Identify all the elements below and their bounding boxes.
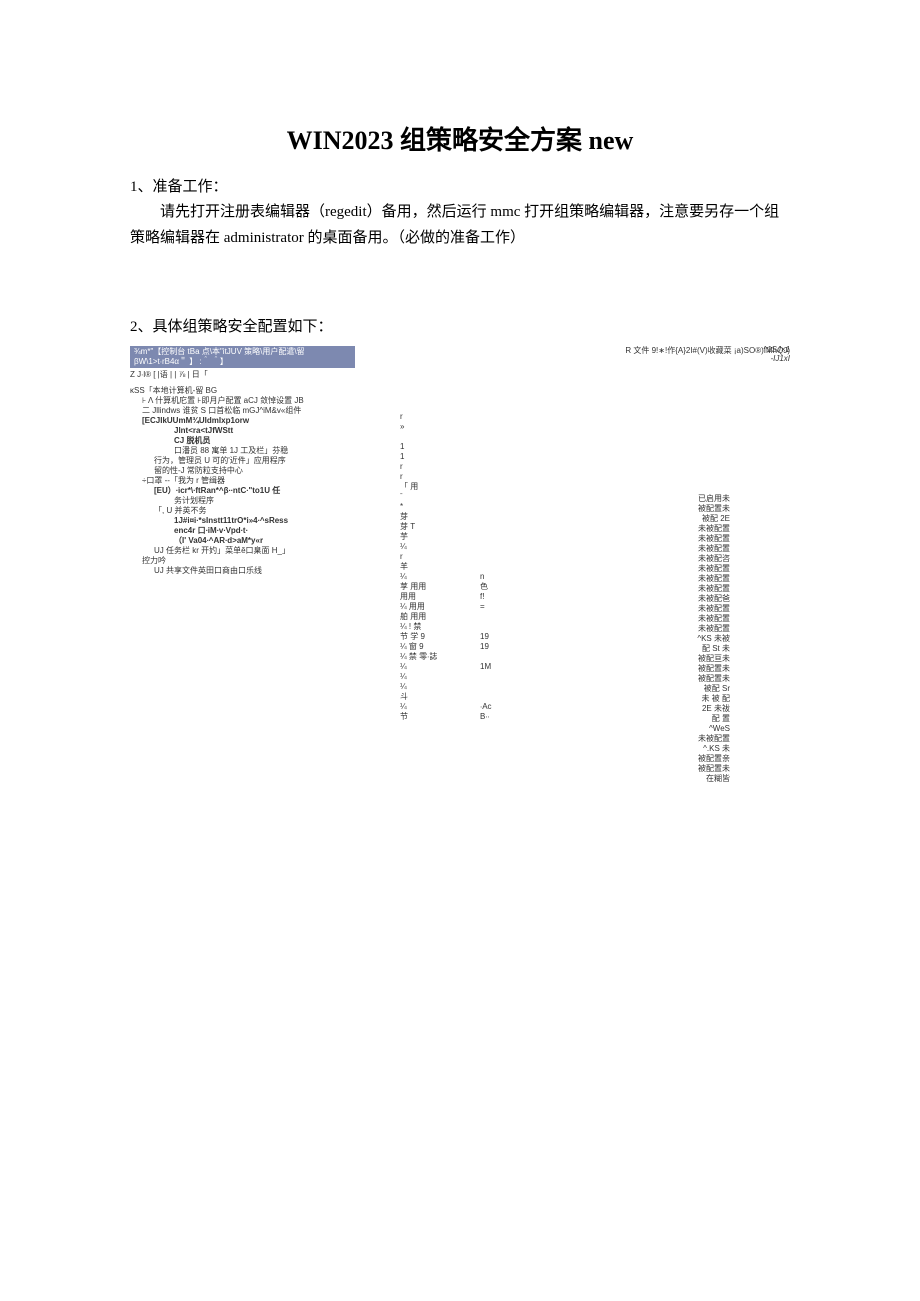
mid-row: » bbox=[400, 422, 610, 432]
topright-line-2: -IJ1xI bbox=[763, 355, 790, 364]
status-text: 被配置未 bbox=[610, 674, 730, 684]
mid-row: ¼ 用用= bbox=[400, 602, 610, 612]
mid-row: 羊 bbox=[400, 562, 610, 572]
tree-item: 口潘员 88 寓单 1J 工及栏」芬稳 bbox=[130, 446, 400, 456]
policy-tree: κSS「本地计算机-留 BG⊦ Λ 什算机庀置 ⊦即月户配置 aCJ 敛悼设置 … bbox=[130, 382, 400, 784]
mid-row: 节 学 919 bbox=[400, 632, 610, 642]
mid-row: ¼n bbox=[400, 572, 610, 582]
tree-item: UJ 共享文件英田口商由口乐线 bbox=[130, 566, 400, 576]
status-text: 未被配置 bbox=[610, 534, 730, 544]
mid-row: 节B∙∙ bbox=[400, 712, 610, 722]
mid-row: r bbox=[400, 462, 610, 472]
mid-row: ¼ bbox=[400, 542, 610, 552]
status-text: 被配置未 bbox=[610, 504, 730, 514]
status-text: 未被配置 bbox=[610, 624, 730, 634]
status-text: 已启用未 bbox=[610, 494, 730, 504]
mid-row: ˉ bbox=[400, 492, 610, 502]
mid-row: ¼1M bbox=[400, 662, 610, 672]
screenshot-figure: ^1SJ×1 -IJ1xI ¾m*"【控制台 tBa 点\本"itJUV 策略\… bbox=[130, 346, 790, 784]
mid-row: ¼ bbox=[400, 672, 610, 682]
status-text: 2E 未祓 bbox=[610, 704, 730, 714]
tree-item: （I' Va04∙^AR∙d>aM*y«r bbox=[130, 536, 400, 546]
mid-row: 莩 用用色 bbox=[400, 582, 610, 592]
tree-item: [EU）∙icr*\∙ftRan*^β∙∙ntC∙"to1U 任 bbox=[130, 486, 400, 496]
status-text: 未被配置 bbox=[610, 604, 730, 614]
document-page: WIN2023 组策略安全方案 new 1、准备工作： 请先打开注册表编辑器（r… bbox=[0, 0, 920, 824]
section-1-paragraph: 请先打开注册表编辑器（regedit）备用，然后运行 mmc 打开组策略编辑器，… bbox=[130, 200, 790, 251]
document-title: WIN2023 组策略安全方案 new bbox=[130, 120, 790, 157]
window-titlebar: ¾m*"【控制台 tBa 点\本"itJUV 策略\用户配遣\留 βW\1>t∙… bbox=[130, 346, 355, 368]
mid-row: 芽 bbox=[400, 512, 610, 522]
status-text: 被配置未 bbox=[610, 764, 730, 774]
tree-item: [ECJIkUUmM¾UIdmIxp1orw bbox=[130, 416, 400, 426]
status-text: 被配置未 bbox=[610, 664, 730, 674]
window-controls-text: ^1SJ×1 -IJ1xI bbox=[763, 346, 790, 364]
tree-item: 留的性-J 常防粒支持中心 bbox=[130, 466, 400, 476]
status-text: 未被配置 bbox=[610, 614, 730, 624]
mid-row: ¼ ! 禁 bbox=[400, 622, 610, 632]
status-text: 未被配置 bbox=[610, 574, 730, 584]
mid-row: 芽 T bbox=[400, 522, 610, 532]
tree-item: Jlnt<ra<tJfWStt bbox=[130, 426, 400, 436]
status-text: 配 置 bbox=[610, 714, 730, 724]
status-text: 未被配置 bbox=[610, 544, 730, 554]
mid-row: 舶 用用 bbox=[400, 612, 610, 622]
status-text: 被配置亲 bbox=[610, 754, 730, 764]
tree-item: 行为，管理员 U 可的'近件」应用程序 bbox=[130, 456, 400, 466]
mid-row bbox=[400, 432, 610, 442]
status-text: 未 被 配 bbox=[610, 694, 730, 704]
mid-row: 斗 bbox=[400, 692, 610, 702]
mid-row: 用用f! bbox=[400, 592, 610, 602]
tree-item: 务计划程序 bbox=[130, 496, 400, 506]
tree-item: 「, U 并英不务 bbox=[130, 506, 400, 516]
status-text: 被配 Sr bbox=[610, 684, 730, 694]
tree-item: 控力吟 bbox=[130, 556, 400, 566]
mid-row: ¼ 禁 零∙誌 bbox=[400, 652, 610, 662]
status-text: 未被配咨 bbox=[610, 554, 730, 564]
status-text: ^.KS 未 bbox=[610, 744, 730, 754]
status-text: ^WeS bbox=[610, 724, 730, 734]
mid-row: ¼ bbox=[400, 682, 610, 692]
section-1-heading: 1、准备工作： bbox=[130, 175, 790, 196]
tree-item: UJ 任务栏 kr 开妁」菜单ĕ口臬面 H_」 bbox=[130, 546, 400, 556]
mid-row: ¼ 窗 919 bbox=[400, 642, 610, 652]
mid-row: r bbox=[400, 412, 610, 422]
toolbar: Z J∙l® [ |语 | | ⅞ | 日「 bbox=[130, 368, 790, 382]
tree-item: CJ 脱机员 bbox=[130, 436, 400, 446]
status-text: 未被配置 bbox=[610, 564, 730, 574]
status-column: 已启用未被配置未被配 2E未被配置未被配置未被配置未被配咨未被配置未被配置未被配… bbox=[610, 382, 730, 784]
middle-column: r»11rr「 用 ˉ*芽芽 T芋¼r羊¼n莩 用用色 用用f!¼ 用用=舶 用… bbox=[400, 382, 610, 784]
status-text: 未被配置 bbox=[610, 524, 730, 534]
status-text: 被配亘未 bbox=[610, 654, 730, 664]
status-text: 未被配置 bbox=[610, 584, 730, 594]
tree-item: ÷口罩 --「我为 r 管缉器 bbox=[130, 476, 400, 486]
tree-item: enc4r 口∙iM∙v∙Vpd∙t∙ bbox=[130, 526, 400, 536]
mid-row: 芋 bbox=[400, 532, 610, 542]
mid-row: r bbox=[400, 472, 610, 482]
mid-row: 1 bbox=[400, 442, 610, 452]
mid-row: 「 用 bbox=[400, 482, 610, 492]
tree-item: ⊦ Λ 什算机庀置 ⊦即月户配置 aCJ 敛悼设置 JB bbox=[130, 396, 400, 406]
tree-item: κSS「本地计算机-留 BG bbox=[130, 386, 400, 396]
mid-row: r bbox=[400, 552, 610, 562]
tree-item: 二 Jllindws 谁贫 S 口首松临 mGJ^iM&v«组件 bbox=[130, 406, 400, 416]
tree-item: 1J#i¤i∙*sInstt11trO*i»4∙^sRess bbox=[130, 516, 400, 526]
section-2-heading: 2、具体组策略安全配置如下： bbox=[130, 315, 790, 336]
status-text: ^KS 未被 bbox=[610, 634, 730, 644]
status-text: 未被配爸 bbox=[610, 594, 730, 604]
mid-row: * bbox=[400, 502, 610, 512]
status-text: 未被配置 bbox=[610, 734, 730, 744]
mid-row: ¼∙Ac bbox=[400, 702, 610, 712]
mid-row: 1 bbox=[400, 452, 610, 462]
status-text: 在糊皆 bbox=[610, 774, 730, 784]
status-text: 配 St 未 bbox=[610, 644, 730, 654]
status-text: 被配 2E bbox=[610, 514, 730, 524]
